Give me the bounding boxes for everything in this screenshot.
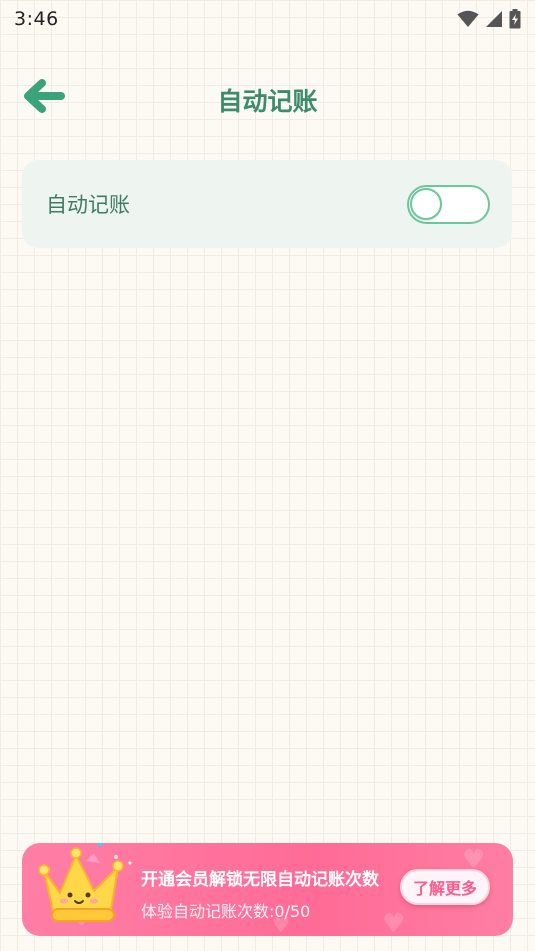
status-icons — [457, 9, 521, 29]
status-bar: 3:46 — [0, 0, 535, 38]
toggle-knob — [410, 187, 442, 220]
battery-charging-icon — [509, 9, 521, 29]
wifi-icon — [457, 10, 479, 27]
status-time: 3:46 — [14, 8, 59, 30]
auto-bookkeeping-setting: 自动记账 — [22, 160, 512, 248]
app-header: 自动记账 — [0, 70, 535, 130]
setting-label: 自动记账 — [46, 193, 130, 217]
promo-subtitle: 体验自动记账次数:0/50 — [141, 902, 311, 921]
auto-bookkeeping-toggle[interactable] — [407, 184, 490, 224]
page-title: 自动记账 — [217, 87, 318, 116]
crown-icon — [38, 843, 132, 922]
promo-title: 开通会员解锁无限自动记账次数 — [141, 870, 379, 890]
signal-icon — [486, 11, 502, 27]
heart-decoration-icon: ♥ — [382, 909, 406, 936]
membership-promo-banner[interactable]: ♥ ♥ ♥ ♥ 开通会员解锁无限自动记账次数 体验自动记账次数:0/50 了解更… — [22, 843, 513, 936]
learn-more-button[interactable]: 了解更多 — [400, 869, 490, 905]
